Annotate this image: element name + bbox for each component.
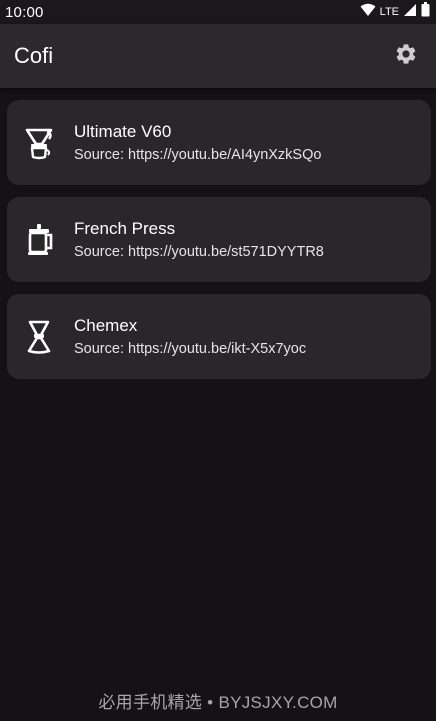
recipe-name: French Press [74, 219, 176, 238]
network-type: LTE [379, 6, 399, 18]
status-bar: 10:00 LTE [0, 0, 436, 24]
signal-icon [403, 3, 417, 22]
app-bar: Cofi [0, 24, 436, 88]
app-title: Cofi [14, 43, 54, 68]
recipe-name: Ultimate V60 [74, 122, 172, 141]
french-press-icon [23, 222, 55, 258]
battery-icon [421, 2, 430, 22]
recipe-card-ultimate-v60[interactable]: Ultimate V60 Source: https://youtu.be/AI… [7, 100, 431, 185]
watermark: 必用手机精选 • BYJSJXY.COM [98, 693, 338, 712]
recipe-card-french-press[interactable]: French Press Source: https://youtu.be/st… [7, 197, 431, 282]
wifi-icon [360, 3, 376, 22]
recipe-list: Ultimate V60 Source: https://youtu.be/AI… [7, 100, 431, 379]
recipe-source: Source: https://youtu.be/st571DYYTR8 [74, 244, 324, 260]
status-time: 10:00 [5, 3, 44, 21]
app-screen: 10:00 LTE Cofi Ultimate V60 Source: http… [0, 0, 436, 721]
chemex-icon [23, 319, 55, 355]
recipe-source: Source: https://youtu.be/AI4ynXzkSQo [74, 147, 322, 163]
v60-dripper-icon [23, 125, 55, 161]
recipe-name: Chemex [74, 316, 138, 335]
settings-button[interactable] [390, 40, 422, 72]
status-icons: LTE [360, 2, 430, 22]
recipe-card-chemex[interactable]: Chemex Source: https://youtu.be/ikt-X5x7… [7, 294, 431, 379]
gear-icon [394, 42, 418, 71]
recipe-source: Source: https://youtu.be/ikt-X5x7yoc [74, 341, 307, 357]
